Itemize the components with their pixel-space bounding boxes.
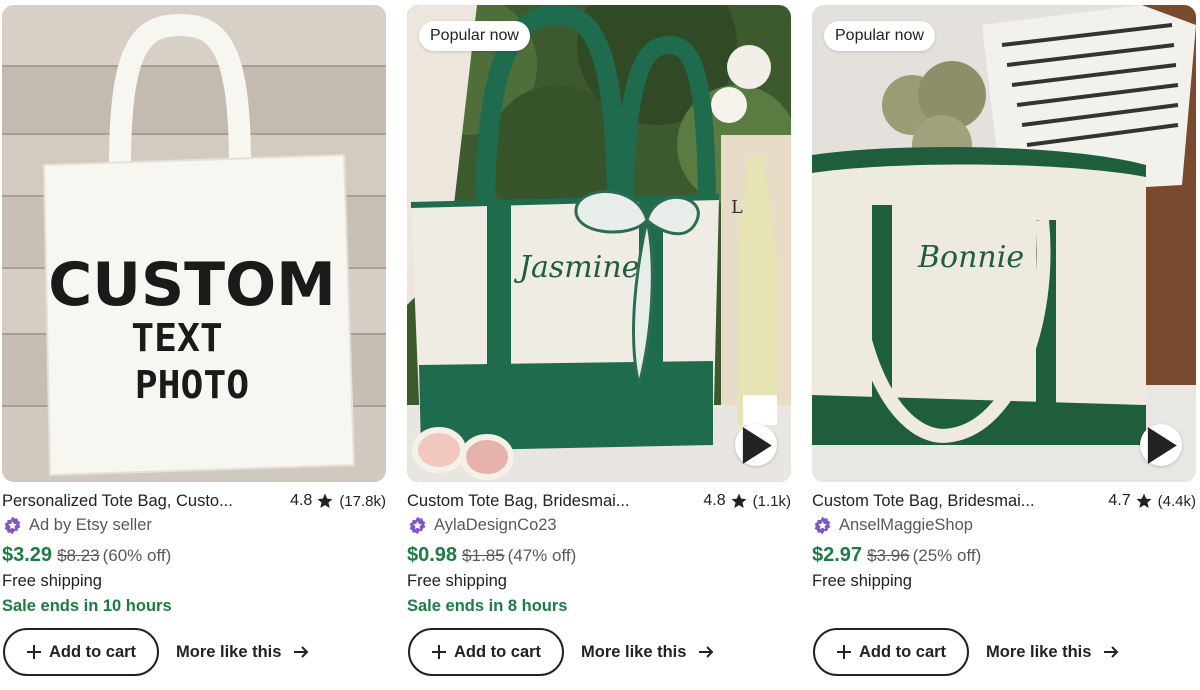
original-price: $3.96 xyxy=(867,546,910,565)
star-seller-badge-icon xyxy=(3,516,22,535)
rating: 4.7 (4.4k) xyxy=(1108,492,1196,510)
more-like-this-link[interactable]: More like this xyxy=(581,640,714,664)
arrow-right-icon xyxy=(293,644,309,660)
sale-price: $3.29 xyxy=(2,544,53,566)
popular-now-badge: Popular now xyxy=(824,21,935,51)
plus-icon xyxy=(26,644,42,660)
tote-bag-image: CUSTOM TEXT PHOTO xyxy=(2,5,386,482)
listing-card[interactable]: Bonnie Popular now Custom Tote Bag, Brid… xyxy=(812,0,1196,690)
listing-image[interactable]: Le s Jasmine Popular now xyxy=(407,5,791,482)
more-like-this-link[interactable]: More like this xyxy=(176,640,309,664)
image-text-custom: CUSTOM xyxy=(48,250,336,320)
review-count: (17.8k) xyxy=(339,492,386,510)
review-count: (1.1k) xyxy=(752,492,791,510)
rating: 4.8 (1.1k) xyxy=(703,492,791,510)
add-to-cart-button[interactable]: Add to cart xyxy=(3,628,159,676)
image-text-photo: PHOTO xyxy=(135,363,249,407)
sale-price: $0.98 xyxy=(407,544,458,566)
popular-now-badge: Popular now xyxy=(419,21,530,51)
star-seller-badge-icon xyxy=(408,516,427,535)
listing-title[interactable]: Custom Tote Bag, Bridesmai... xyxy=(812,492,1074,511)
listing-title[interactable]: Personalized Tote Bag, Custo... xyxy=(2,492,264,511)
rating-score: 4.8 xyxy=(703,492,726,509)
listing-image[interactable]: CUSTOM TEXT PHOTO xyxy=(2,5,386,482)
discount: (25% off) xyxy=(912,546,982,565)
star-seller-badge-icon xyxy=(813,516,832,535)
shipping-note: Free shipping xyxy=(407,572,507,590)
seller-name[interactable]: Ad by Etsy seller xyxy=(29,516,152,535)
rating-score: 4.7 xyxy=(1108,492,1131,509)
sale-price: $2.97 xyxy=(812,544,863,566)
review-count: (4.4k) xyxy=(1157,492,1196,510)
more-like-this-label: More like this xyxy=(986,642,1092,661)
shipping-note: Free shipping xyxy=(812,572,912,590)
discount: (60% off) xyxy=(102,546,172,565)
image-text-bonnie: Bonnie xyxy=(917,240,1024,275)
listing-grid: CUSTOM TEXT PHOTO Personalized Tote Bag,… xyxy=(0,0,1200,690)
sale-ends-note: Sale ends in 10 hours xyxy=(2,597,172,615)
plus-icon xyxy=(836,644,852,660)
arrow-right-icon xyxy=(1103,644,1119,660)
add-to-cart-label: Add to cart xyxy=(858,642,947,661)
add-to-cart-label: Add to cart xyxy=(48,642,137,661)
tote-bag-image: Le s Jasmine xyxy=(407,5,791,482)
add-to-cart-label: Add to cart xyxy=(453,642,542,661)
listing-image[interactable]: Bonnie Popular now xyxy=(812,5,1196,482)
sale-ends-note: Sale ends in 8 hours xyxy=(407,597,568,615)
star-icon xyxy=(730,492,748,510)
more-like-this-link[interactable]: More like this xyxy=(986,640,1119,664)
add-to-cart-button[interactable]: Add to cart xyxy=(813,628,969,676)
seller-name[interactable]: AylaDesignCo23 xyxy=(434,516,557,535)
rating-score: 4.8 xyxy=(290,492,313,509)
tote-bag-image: Bonnie xyxy=(812,5,1196,482)
original-price: $1.85 xyxy=(462,546,505,565)
arrow-right-icon xyxy=(698,644,714,660)
seller-name[interactable]: AnselMaggieShop xyxy=(839,516,973,535)
more-like-this-label: More like this xyxy=(176,642,282,661)
add-to-cart-button[interactable]: Add to cart xyxy=(408,628,564,676)
plus-icon xyxy=(431,644,447,660)
original-price: $8.23 xyxy=(57,546,100,565)
play-icon[interactable] xyxy=(735,424,777,466)
image-text-text: TEXT xyxy=(131,316,223,360)
image-text-jasmine: Jasmine xyxy=(513,250,639,285)
more-like-this-label: More like this xyxy=(581,642,687,661)
listing-card[interactable]: Le s Jasmine Popular now Custom xyxy=(407,0,791,690)
play-icon[interactable] xyxy=(1140,424,1182,466)
listing-card[interactable]: CUSTOM TEXT PHOTO Personalized Tote Bag,… xyxy=(2,0,386,690)
shipping-note: Free shipping xyxy=(2,572,102,590)
listing-title[interactable]: Custom Tote Bag, Bridesmai... xyxy=(407,492,669,511)
star-icon xyxy=(1135,492,1153,510)
rating: 4.8 (17.8k) xyxy=(290,492,386,510)
discount: (47% off) xyxy=(507,546,577,565)
star-icon xyxy=(316,492,334,510)
